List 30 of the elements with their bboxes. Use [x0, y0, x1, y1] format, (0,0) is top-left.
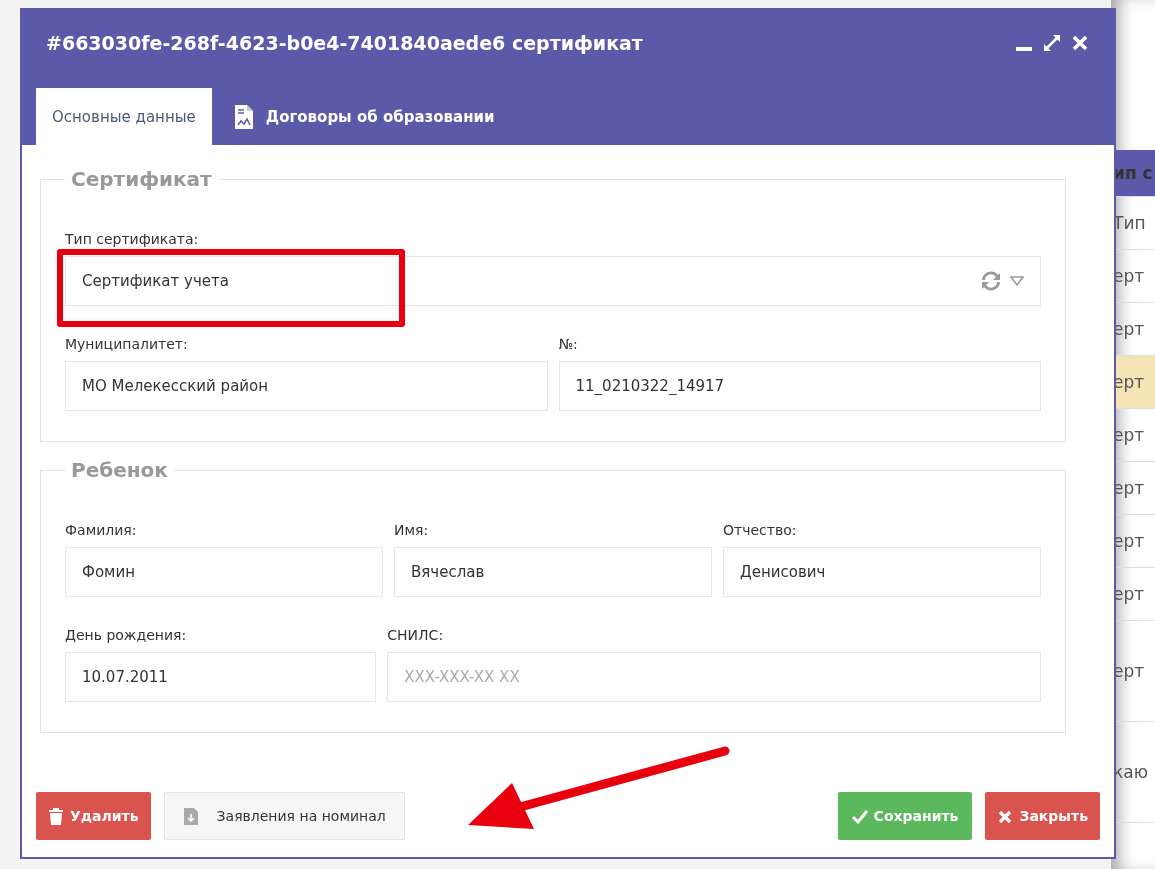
applications-button[interactable]: Заявления на номинал	[163, 792, 405, 840]
section-legend: Сертификат	[65, 167, 218, 191]
delete-button[interactable]: Удалить	[36, 792, 151, 840]
expand-icon[interactable]	[1042, 33, 1062, 53]
input-field[interactable]: МО Мелекесский район	[65, 361, 548, 411]
caret-icon[interactable]	[1010, 276, 1024, 286]
input-field[interactable]: Денисович	[723, 547, 1041, 597]
close-icon[interactable]	[1070, 33, 1090, 53]
window-title: #663030fe-268f-4623-b0e4-7401840aede6 сертификат	[46, 32, 644, 54]
select-field[interactable]: Сертификат учета	[65, 256, 1041, 306]
field-label: Муниципалитет:	[65, 336, 189, 352]
field-label: Фамилия:	[65, 522, 138, 538]
input-field[interactable]: 11_0210322_14917	[558, 361, 1041, 411]
trash-icon	[48, 807, 64, 825]
input-field[interactable]: Вячеслав	[394, 547, 712, 597]
check-icon	[851, 807, 868, 825]
tab[interactable]: Основные данные	[36, 88, 212, 145]
field-label: Имя:	[394, 522, 430, 538]
section-legend: Ребенок	[65, 458, 174, 482]
input-field[interactable]: Фомин	[65, 547, 383, 597]
input-field[interactable]: 10.07.2011	[65, 652, 377, 702]
field-label: День рождения:	[65, 627, 188, 643]
download-document-icon	[182, 807, 199, 825]
tab[interactable]: Договоры об образовании	[217, 88, 511, 145]
close-button[interactable]: Закрыть	[985, 792, 1100, 840]
field-label: Отчество:	[723, 522, 798, 538]
input-field[interactable]: XXX-XXX-XX XX	[387, 652, 1041, 702]
field-label: №:	[558, 336, 579, 352]
field-label: СНИЛС:	[387, 627, 445, 643]
field-label: Тип сертификата:	[65, 231, 200, 247]
